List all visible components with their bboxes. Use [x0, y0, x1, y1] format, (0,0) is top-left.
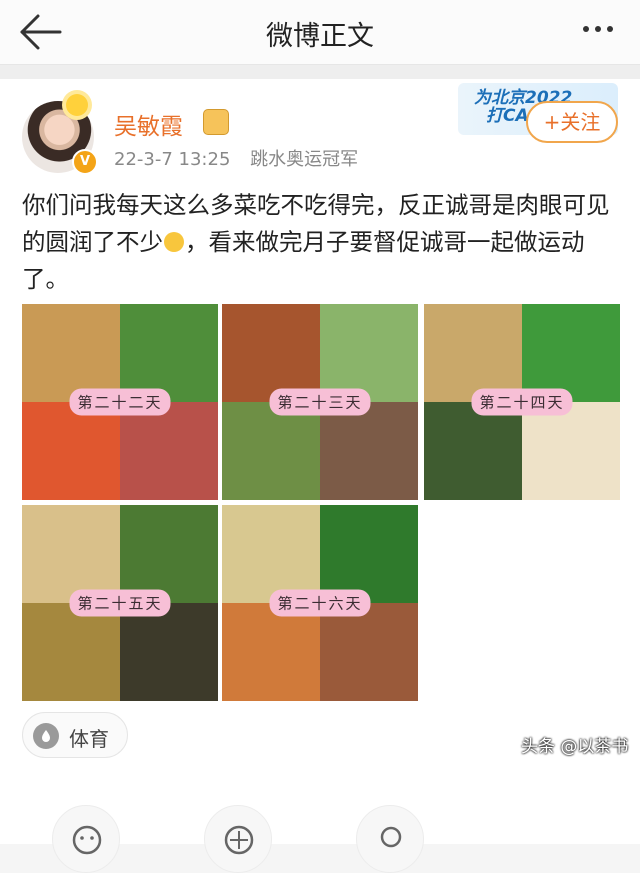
sun-decoration-icon [66, 94, 88, 116]
page-title: 微博正文 [266, 21, 374, 52]
like-icon [380, 826, 402, 848]
watermark: 头条 @以茶书 [521, 737, 629, 757]
photo-cell [424, 402, 522, 500]
post-meta: 22-3-7 13:25 跳水奥运冠军 [114, 145, 372, 171]
top-navigation-bar: 微博正文 [0, 0, 640, 65]
photo-cell [320, 402, 418, 500]
post-text: 你们问我每天这么多菜吃不吃得完，反正诚哥是肉眼可见的圆润了不少 ，看来做完月子要督… [22, 187, 622, 298]
photo-cell [120, 603, 218, 701]
crown-icon [203, 109, 229, 135]
photo-day-24[interactable]: 第二十四天 [424, 304, 620, 500]
photo-cell [222, 603, 320, 701]
photo-day-label: 第二十五天 [69, 589, 171, 617]
photo-cell [22, 402, 120, 500]
photo-day-label: 第二十六天 [269, 589, 371, 617]
photo-cell [120, 505, 218, 603]
post-source: 跳水奥运冠军 [250, 149, 359, 170]
author-name[interactable]: 吴敏霞 [114, 107, 183, 141]
photo-day-label: 第二十二天 [69, 388, 171, 416]
photo-day-label: 第二十四天 [471, 388, 573, 416]
photo-cell [22, 505, 120, 603]
photo-cell [522, 304, 620, 402]
photo-cell [120, 402, 218, 500]
photo-cell [320, 603, 418, 701]
photo-cell [22, 603, 120, 701]
photo-cell [320, 505, 418, 603]
share-icon [72, 825, 102, 855]
photo-day-23[interactable]: 第二十三天 [222, 304, 418, 500]
laughing-emoji-icon [164, 232, 184, 252]
photo-cell [320, 304, 418, 402]
photo-cell [120, 304, 218, 402]
verified-v-icon: V [72, 149, 98, 175]
follow-button[interactable]: +关注 [526, 101, 618, 143]
photo-day-25[interactable]: 第二十五天 [22, 505, 218, 701]
photo-cell [22, 304, 120, 402]
photo-cell [522, 402, 620, 500]
photo-cell [424, 304, 522, 402]
comment-button[interactable] [204, 805, 272, 873]
photo-cell [222, 505, 320, 603]
more-dots-icon[interactable] [578, 14, 618, 44]
comment-icon [224, 825, 254, 855]
topic-tag-label: 体育 [69, 727, 109, 751]
share-button[interactable] [52, 805, 120, 873]
topic-icon [33, 723, 59, 749]
post-timestamp: 22-3-7 13:25 [114, 149, 231, 170]
photo-day-label: 第二十三天 [269, 388, 371, 416]
section-divider [0, 65, 640, 79]
topic-tag[interactable]: 体育 [22, 712, 128, 758]
like-button[interactable] [356, 805, 424, 873]
photo-cell [222, 304, 320, 402]
photo-day-26[interactable]: 第二十六天 [222, 505, 418, 701]
photo-day-22[interactable]: 第二十二天 [22, 304, 218, 500]
weibo-post-card: V 吴敏霞 22-3-7 13:25 跳水奥运冠军 为北京2022 打CA +关… [0, 79, 640, 873]
photo-cell [222, 402, 320, 500]
